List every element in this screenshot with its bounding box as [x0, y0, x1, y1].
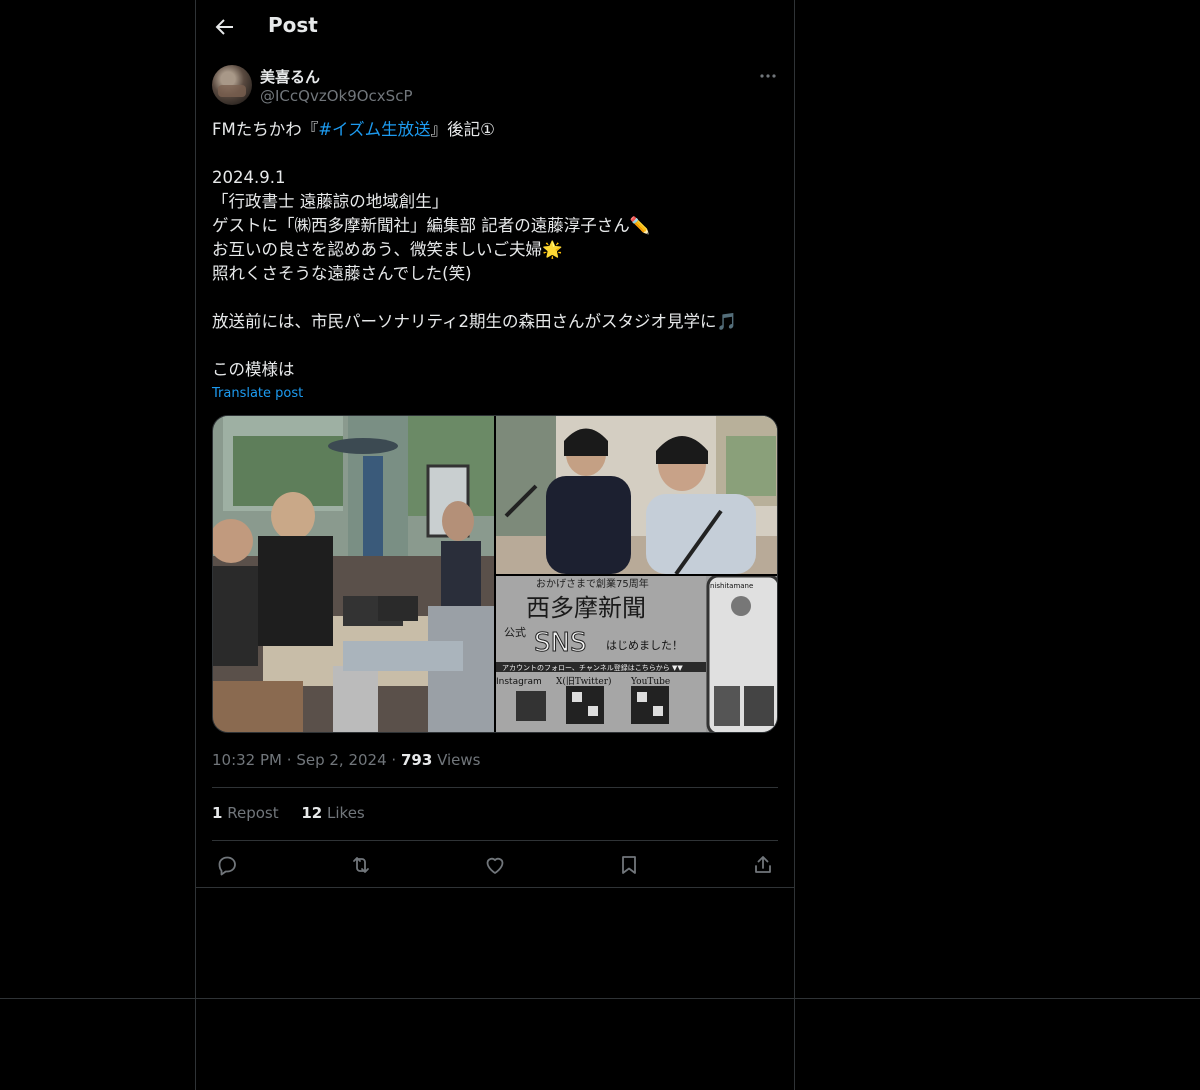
- author-handle[interactable]: @ICcQvzOk9OcxScP: [260, 87, 412, 105]
- post-text-suffix: 』後記①: [430, 120, 495, 139]
- back-arrow-icon[interactable]: [212, 15, 236, 39]
- post-meta: 10:32 PM · Sep 2, 2024 · 793 Views: [212, 751, 480, 769]
- more-options-icon[interactable]: [758, 66, 778, 86]
- photo-guests-image: [496, 416, 777, 574]
- likes-count: 12: [301, 804, 323, 822]
- bookmark-icon[interactable]: [617, 853, 641, 877]
- sign-follow-text: アカウントのフォロー、チャンネル登録はこちらから ▼▼: [502, 663, 683, 672]
- reposts-label: Repost: [227, 804, 279, 822]
- avatar[interactable]: [212, 65, 252, 105]
- views-label: Views: [437, 751, 481, 769]
- reply-icon[interactable]: [215, 853, 239, 877]
- divider: [212, 787, 778, 788]
- photo-newspaper-sign-image: おかげさまで創業75周年 西多摩新聞 公式 SNS はじめました！ アカウントの…: [496, 576, 777, 732]
- sign-col2-text: X(旧Twitter): [556, 676, 612, 687]
- sign-title-text: 西多摩新聞: [526, 594, 646, 622]
- reposts-count: 1: [212, 804, 223, 822]
- photo-guests[interactable]: [496, 416, 777, 574]
- post-date[interactable]: Sep 2, 2024: [296, 751, 386, 769]
- actions-bottom-divider: [196, 887, 794, 888]
- sign-col1-text: Instagram: [496, 677, 542, 687]
- sign-col3-text: YouTube: [630, 677, 670, 687]
- likes-label: Likes: [327, 804, 365, 822]
- share-icon[interactable]: [751, 853, 775, 877]
- meta-separator: ·: [286, 751, 292, 769]
- likes-stat[interactable]: 12 Likes: [301, 804, 364, 822]
- sign-sns-text: SNS: [534, 628, 586, 658]
- views-count: 793: [400, 751, 433, 769]
- media-grid: おかげさまで創業75周年 西多摩新聞 公式 SNS はじめました！ アカウントの…: [212, 415, 778, 733]
- meta-separator: ·: [391, 751, 397, 769]
- photo-studio-group-image: [213, 416, 494, 732]
- author-display-name[interactable]: 美喜るん: [260, 66, 320, 87]
- translate-post-link[interactable]: Translate post: [212, 386, 303, 401]
- post-text-prefix: FMたちかわ『: [212, 120, 319, 139]
- hashtag-link[interactable]: #イズム生放送: [318, 120, 430, 139]
- page-title: Post: [268, 13, 318, 37]
- divider: [212, 840, 778, 841]
- sign-banner-text: おかげさまで創業75周年: [536, 577, 649, 590]
- post-column: Post 美喜るん @ICcQvzOk9OcxScP FMたちかわ『#イズム生放…: [195, 0, 795, 1090]
- sign-badge-text: 公式: [504, 626, 526, 639]
- post-text: FMたちかわ『#イズム生放送』後記① 2024.9.1 「行政書士 遠藤諒の地域…: [212, 118, 778, 382]
- sign-sns-suffix: はじめました！: [606, 639, 683, 652]
- sign-profile-text: nishitamane: [710, 582, 753, 590]
- like-icon[interactable]: [483, 853, 507, 877]
- post-time[interactable]: 10:32 PM: [212, 751, 282, 769]
- post-header: Post: [196, 0, 794, 54]
- repost-icon[interactable]: [349, 853, 373, 877]
- photo-newspaper-sign[interactable]: おかげさまで創業75周年 西多摩新聞 公式 SNS はじめました！ アカウントの…: [496, 576, 777, 732]
- photo-studio-group[interactable]: [213, 416, 494, 732]
- post-text-body: 2024.9.1 「行政書士 遠藤諒の地域創生」 ゲストに「㈱西多摩新聞社」編集…: [212, 168, 738, 379]
- post-stats: 1 Repost 12 Likes: [212, 804, 383, 822]
- reposts-stat[interactable]: 1 Repost: [212, 804, 279, 822]
